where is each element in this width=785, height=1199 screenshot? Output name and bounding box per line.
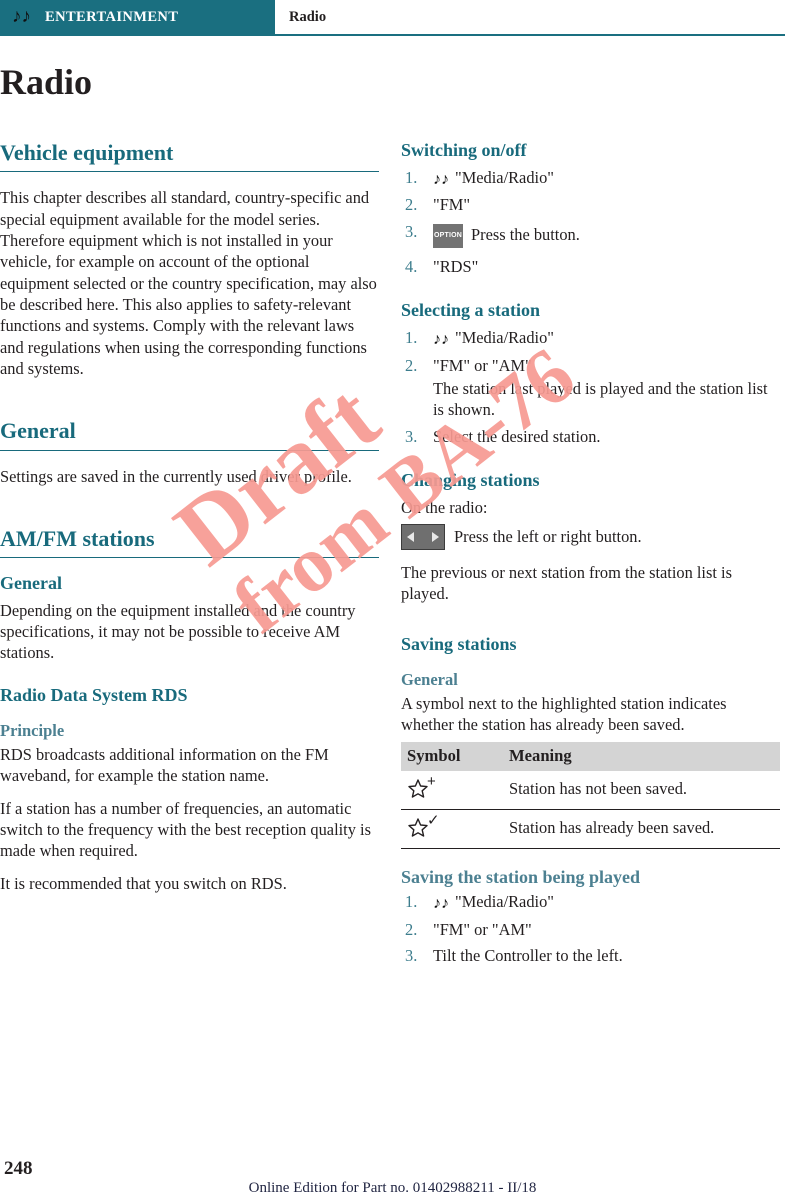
changing-key-row: Press the left or right button. [401,523,780,550]
selecting-steps-list: ♪♪ "Media/Radio" "FM" or "AM" The station… [401,327,780,447]
switching-steps-list: ♪♪ "Media/Radio" "FM" OPTION Press the but… [401,167,780,278]
content-columns: Vehicle equipment This chapter describes… [0,140,785,972]
column-header-symbol: Symbol [401,741,503,771]
principle-paragraph-2: If a station has a number of frequencies… [0,798,371,861]
step-text: "Media/Radio" [455,327,554,347]
check-mark: ✓ [427,811,440,829]
list-item: OPTION Press the button. [401,221,780,251]
list-item: ♪♪ "Media/Radio" [401,891,780,914]
music-note-icon: ♪♪ [433,330,449,348]
left-column: Vehicle equipment This chapter describes… [0,140,379,972]
page-title: Radio [0,62,93,102]
section-heading-general: General [0,418,76,444]
list-item: ♪♪ "Media/Radio" [401,327,780,350]
page-number: 248 [4,1158,33,1179]
section-heading-vehicle-equipment: Vehicle equipment [0,140,174,165]
section-divider [0,557,379,559]
symbol-meaning-table: Symbol Meaning + Station has not been sa… [401,741,780,849]
star-plus-icon: + [407,772,441,798]
step-text: Press the button. [471,224,580,244]
am-fm-general-body: Depending on the equipment installed and… [0,600,356,663]
general-body: Settings are saved in the currently used… [0,466,352,486]
symbol-cell: ✓ [401,809,503,849]
step-text: Tilt the Controller to the left. [433,946,623,966]
music-note-icon: ♪♪ [433,895,449,913]
subheading-changing-stations: Changing stations [401,469,540,490]
meaning-cell: Station has already been saved. [503,809,780,849]
section-heading-am-fm-stations: AM/FM stations [0,525,155,551]
column-header-meaning: Meaning [503,741,780,771]
list-item: "RDS" [401,256,780,278]
principle-paragraph-1: RDS broadcasts additional information on… [0,745,329,786]
header-chapter-block: ♪♪ ENTERTAINMENT [0,0,275,34]
step-text: Select the desired station. [433,426,601,446]
step-text: "FM" [433,195,471,215]
subheading-saving-general: General [401,670,458,690]
list-item: "FM" or "AM" The station last played is … [401,355,780,421]
list-item: "FM" or "AM" [401,919,780,941]
subheading-radio-data-system-rds: Radio Data System RDS [0,684,188,705]
saving-played-steps-list: ♪♪ "Media/Radio" "FM" or "AM" Tilt the Co… [401,891,780,967]
subheading-saving-stations: Saving stations [401,633,517,654]
subheading-principle: Principle [0,721,65,741]
left-arrow-icon [407,531,414,542]
changing-result-text: The previous or next station from the st… [401,562,732,604]
header-underline [0,34,785,36]
footer-edition-note: Online Edition for Part no. 01402988211 … [248,1180,537,1196]
music-note-icon: ♪♪ [12,6,31,27]
music-note-icon: ♪♪ [433,170,449,188]
step-text: "RDS" [433,256,479,276]
list-item: ♪♪ "Media/Radio" [401,167,780,190]
meaning-cell: Station has not been saved. [503,770,780,810]
subheading-switching-on-off: Switching on/off [401,140,527,160]
table-row: ✓ Station has already been saved. [401,809,780,849]
step-text: "FM" or "AM" [433,920,532,939]
page-footer: 248 Online Edition for Part no. 01402988… [0,1153,785,1199]
subheading-am-fm-general: General [0,573,62,594]
table-row: + Station has not been saved. [401,770,780,810]
changing-intro-text: On the radio: [401,497,488,517]
header-section-block: Radio [275,0,785,34]
changing-key-text: Press the left or right button. [454,526,642,546]
step-continuation-text: The station last played is played and th… [433,379,768,420]
header-section-label: Radio [289,8,327,25]
principle-paragraph-3: It is recommended that you switch on RDS… [0,873,287,893]
vehicle-equipment-body: This chapter describes all standard, cou… [0,188,377,378]
plus-mark: + [427,772,436,790]
step-text: "Media/Radio" [455,167,554,187]
list-item: "FM" [401,194,780,216]
star-check-icon: ✓ [407,811,441,837]
right-arrow-icon [432,531,439,542]
table-header-row: Symbol Meaning [401,741,780,771]
list-item: Tilt the Controller to the left. [401,945,780,967]
list-item: Select the desired station. [401,426,780,448]
step-text: "Media/Radio" [455,892,554,912]
header-chapter-label: ENTERTAINMENT [45,8,179,25]
section-divider [0,171,379,173]
section-divider [0,449,379,451]
saving-general-body: A symbol next to the highlighted station… [401,693,727,735]
left-right-arrow-button-icon [401,523,445,550]
option-button-icon: OPTION [433,223,463,248]
symbol-cell: + [401,770,503,810]
right-column: Switching on/off ♪♪ "Media/Radio" "FM" OP… [401,140,780,972]
subheading-saving-station-being-played: Saving the station being played [401,866,641,887]
page-header: ♪♪ ENTERTAINMENT Radio [0,0,785,34]
step-text: "FM" or "AM" [433,355,532,375]
subheading-selecting-a-station: Selecting a station [401,300,540,321]
